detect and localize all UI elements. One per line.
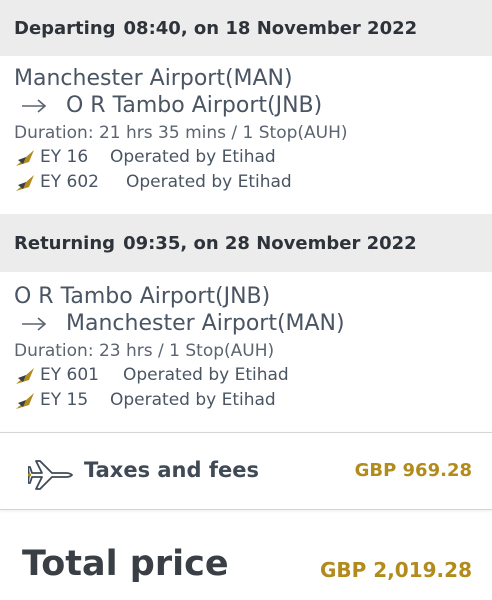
arrow-right-icon [22,316,47,331]
etihad-logo-icon [16,174,34,191]
returning-origin: O R Tambo Airport(JNB) [14,284,271,309]
total-price-label: Total price [22,544,229,584]
returning-datetime: 09:35, on 28 November 2022 [123,232,417,254]
departing-label: Departing [14,17,116,39]
returning-destination: Manchester Airport(MAN) [66,311,345,336]
flight-row: EY 601 Operated by Etihad [14,363,492,388]
etihad-logo-icon [16,392,34,409]
flight-operator: Operated by Etihad [110,390,276,410]
arrow-right-icon [22,98,47,113]
flight-number: EY 601 [40,365,99,385]
etihad-logo-icon [16,367,34,384]
departing-origin: Manchester Airport(MAN) [14,66,293,91]
flight-row: EY 602 Operated by Etihad [14,170,492,195]
flight-number: EY 15 [40,390,89,410]
taxes-label: Taxes and fees [84,458,259,482]
flight-operator: Operated by Etihad [110,147,276,167]
flight-operator: Operated by Etihad [126,172,292,192]
returning-header: Returning 09:35, on 28 November 2022 [0,214,492,272]
returning-label: Returning [14,232,116,254]
taxes-amount: GBP 969.28 [354,460,472,481]
departing-datetime: 08:40, on 18 November 2022 [123,17,418,39]
flight-operator: Operated by Etihad [123,365,289,385]
returning-duration: Duration: 23 hrs / 1 Stop(AUH) [14,341,275,361]
departing-duration: Duration: 21 hrs 35 mins / 1 Stop(AUH) [14,123,348,143]
flight-number: EY 16 [40,147,89,167]
departing-header: Departing 08:40, on 18 November 2022 [0,0,492,56]
plane-icon [28,460,73,490]
returning-route: Manchester Airport(MAN) [14,310,492,337]
departing-destination: O R Tambo Airport(JNB) [66,93,323,118]
returning-leg: O R Tambo Airport(JNB) Manchester Airpor… [0,283,492,413]
flight-number: EY 602 [40,172,99,192]
flight-row: EY 15 Operated by Etihad [14,388,492,413]
etihad-logo-icon [16,149,34,166]
taxes-and-fees-row[interactable]: Taxes and fees GBP 969.28 [0,432,492,510]
flight-row: EY 16 Operated by Etihad [14,145,492,170]
total-price-amount: GBP 2,019.28 [320,558,472,582]
departing-leg: Manchester Airport(MAN) O R Tambo Airpor… [0,65,492,195]
departing-route: O R Tambo Airport(JNB) [14,92,492,119]
